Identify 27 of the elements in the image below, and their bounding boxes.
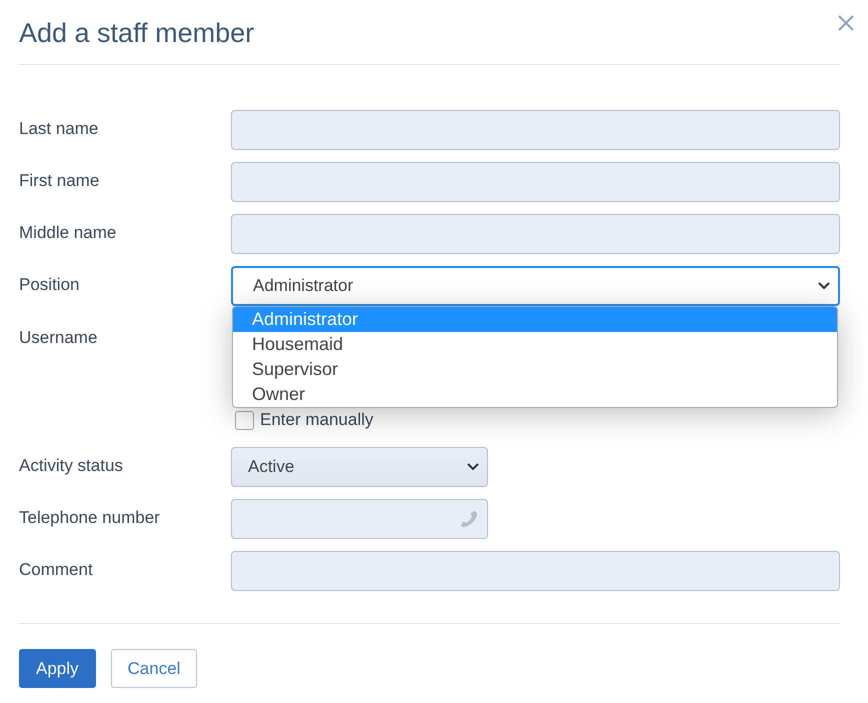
checkbox-label: Enter manually	[260, 410, 374, 430]
field-label: First name	[19, 170, 100, 191]
select-field[interactable]: Administrator	[231, 266, 840, 306]
phone-field[interactable]	[231, 499, 488, 539]
caret-icon	[818, 282, 830, 290]
dialog-title: Add a staff member	[19, 17, 254, 50]
dropdown-option[interactable]: Supervisor	[233, 357, 837, 382]
field-label: Telephone number	[19, 507, 161, 528]
cancel-button[interactable]: Cancel	[110, 649, 198, 688]
text-field[interactable]	[231, 214, 840, 254]
checkbox[interactable]	[235, 410, 254, 430]
field-label: Middle name	[19, 222, 118, 243]
text-field[interactable]	[231, 162, 840, 202]
apply-button[interactable]: Apply	[19, 649, 96, 688]
field-label: Activity status	[19, 455, 124, 476]
close-icon[interactable]	[837, 14, 855, 32]
field-label: Comment	[19, 559, 94, 580]
select-field[interactable]: Active	[231, 447, 488, 487]
dropdown-option[interactable]: Owner	[233, 382, 837, 407]
field-label: Username	[19, 327, 98, 348]
caret-icon	[467, 463, 479, 471]
text-field[interactable]	[231, 110, 840, 150]
phone-icon	[459, 509, 479, 529]
field-label: Position	[19, 274, 80, 295]
dropdown-option[interactable]: Housemaid	[233, 332, 837, 357]
text-field[interactable]	[231, 551, 840, 591]
field-label: Last name	[19, 118, 100, 139]
